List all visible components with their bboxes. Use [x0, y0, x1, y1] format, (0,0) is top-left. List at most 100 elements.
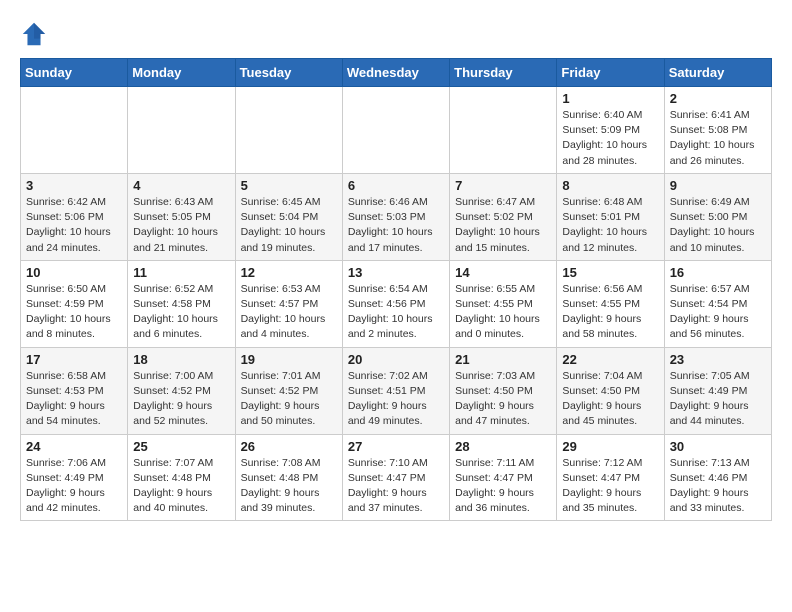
day-number: 13 [348, 265, 444, 280]
day-info: Sunrise: 7:07 AMSunset: 4:48 PMDaylight:… [133, 456, 229, 517]
day-info: Sunrise: 6:40 AMSunset: 5:09 PMDaylight:… [562, 108, 658, 169]
day-info: Sunrise: 6:54 AMSunset: 4:56 PMDaylight:… [348, 282, 444, 343]
day-number: 3 [26, 178, 122, 193]
column-header-sunday: Sunday [21, 59, 128, 87]
calendar-cell: 12 Sunrise: 6:53 AMSunset: 4:57 PMDayligh… [235, 260, 342, 347]
day-info: Sunrise: 6:43 AMSunset: 5:05 PMDaylight:… [133, 195, 229, 256]
day-number: 26 [241, 439, 337, 454]
calendar-cell: 10 Sunrise: 6:50 AMSunset: 4:59 PMDayligh… [21, 260, 128, 347]
day-number: 12 [241, 265, 337, 280]
calendar-cell: 25 Sunrise: 7:07 AMSunset: 4:48 PMDayligh… [128, 434, 235, 521]
calendar-week-row: 24Sunrise: 7:06 AMSunset: 4:49 PMDayligh… [21, 434, 772, 521]
column-header-wednesday: Wednesday [342, 59, 449, 87]
day-number: 28 [455, 439, 551, 454]
day-number: 8 [562, 178, 658, 193]
day-number: 27 [348, 439, 444, 454]
day-info: Sunrise: 6:53 AMSunset: 4:57 PMDaylight:… [241, 282, 337, 343]
day-number: 16 [670, 265, 766, 280]
day-info: Sunrise: 7:04 AMSunset: 4:50 PMDaylight:… [562, 369, 658, 430]
day-number: 29 [562, 439, 658, 454]
calendar-cell: 11 Sunrise: 6:52 AMSunset: 4:58 PMDayligh… [128, 260, 235, 347]
calendar-cell: 28 Sunrise: 7:11 AMSunset: 4:47 PMDayligh… [450, 434, 557, 521]
day-number: 25 [133, 439, 229, 454]
calendar-cell: 27 Sunrise: 7:10 AMSunset: 4:47 PMDayligh… [342, 434, 449, 521]
day-number: 4 [133, 178, 229, 193]
calendar-cell: 7 Sunrise: 6:47 AMSunset: 5:02 PMDaylight… [450, 173, 557, 260]
calendar-cell: 20 Sunrise: 7:02 AMSunset: 4:51 PMDayligh… [342, 347, 449, 434]
day-info: Sunrise: 6:42 AMSunset: 5:06 PMDaylight:… [26, 195, 122, 256]
day-info: Sunrise: 6:52 AMSunset: 4:58 PMDaylight:… [133, 282, 229, 343]
day-info: Sunrise: 6:56 AMSunset: 4:55 PMDaylight:… [562, 282, 658, 343]
day-number: 9 [670, 178, 766, 193]
day-number: 11 [133, 265, 229, 280]
calendar-cell: 4 Sunrise: 6:43 AMSunset: 5:05 PMDaylight… [128, 173, 235, 260]
day-info: Sunrise: 7:03 AMSunset: 4:50 PMDaylight:… [455, 369, 551, 430]
calendar-cell: 17 Sunrise: 6:58 AMSunset: 4:53 PMDayligh… [21, 347, 128, 434]
day-info: Sunrise: 7:06 AMSunset: 4:49 PMDaylight:… [26, 456, 122, 517]
day-number: 7 [455, 178, 551, 193]
calendar-week-row: 1 Sunrise: 6:40 AMSunset: 5:09 PMDaylight… [21, 87, 772, 174]
day-info: Sunrise: 6:58 AMSunset: 4:53 PMDaylight:… [26, 369, 122, 430]
calendar-cell: 21 Sunrise: 7:03 AMSunset: 4:50 PMDayligh… [450, 347, 557, 434]
calendar-body: 1 Sunrise: 6:40 AMSunset: 5:09 PMDaylight… [21, 87, 772, 521]
day-number: 14 [455, 265, 551, 280]
day-info: Sunrise: 7:00 AMSunset: 4:52 PMDaylight:… [133, 369, 229, 430]
calendar-week-row: 17 Sunrise: 6:58 AMSunset: 4:53 PMDayligh… [21, 347, 772, 434]
calendar-cell: 8 Sunrise: 6:48 AMSunset: 5:01 PMDaylight… [557, 173, 664, 260]
calendar-cell: 5 Sunrise: 6:45 AMSunset: 5:04 PMDaylight… [235, 173, 342, 260]
day-number: 2 [670, 91, 766, 106]
column-header-friday: Friday [557, 59, 664, 87]
calendar-cell [342, 87, 449, 174]
day-info: Sunrise: 7:05 AMSunset: 4:49 PMDaylight:… [670, 369, 766, 430]
page-header [20, 20, 772, 48]
calendar-cell [21, 87, 128, 174]
column-header-tuesday: Tuesday [235, 59, 342, 87]
day-info: Sunrise: 7:11 AMSunset: 4:47 PMDaylight:… [455, 456, 551, 517]
column-header-monday: Monday [128, 59, 235, 87]
day-info: Sunrise: 7:13 AMSunset: 4:46 PMDaylight:… [670, 456, 766, 517]
day-info: Sunrise: 7:10 AMSunset: 4:47 PMDaylight:… [348, 456, 444, 517]
day-number: 18 [133, 352, 229, 367]
calendar-cell: 13 Sunrise: 6:54 AMSunset: 4:56 PMDayligh… [342, 260, 449, 347]
column-header-saturday: Saturday [664, 59, 771, 87]
calendar-cell: 16 Sunrise: 6:57 AMSunset: 4:54 PMDayligh… [664, 260, 771, 347]
calendar-week-row: 10 Sunrise: 6:50 AMSunset: 4:59 PMDayligh… [21, 260, 772, 347]
calendar-cell: 23 Sunrise: 7:05 AMSunset: 4:49 PMDayligh… [664, 347, 771, 434]
day-info: Sunrise: 7:02 AMSunset: 4:51 PMDaylight:… [348, 369, 444, 430]
column-header-thursday: Thursday [450, 59, 557, 87]
calendar-cell: 14Sunrise: 6:55 AMSunset: 4:55 PMDayligh… [450, 260, 557, 347]
day-info: Sunrise: 6:41 AMSunset: 5:08 PMDaylight:… [670, 108, 766, 169]
calendar-table: SundayMondayTuesdayWednesdayThursdayFrid… [20, 58, 772, 521]
calendar-week-row: 3 Sunrise: 6:42 AMSunset: 5:06 PMDaylight… [21, 173, 772, 260]
day-info: Sunrise: 6:49 AMSunset: 5:00 PMDaylight:… [670, 195, 766, 256]
day-number: 10 [26, 265, 122, 280]
day-info: Sunrise: 6:57 AMSunset: 4:54 PMDaylight:… [670, 282, 766, 343]
day-number: 22 [562, 352, 658, 367]
calendar-cell: 19 Sunrise: 7:01 AMSunset: 4:52 PMDayligh… [235, 347, 342, 434]
day-number: 15 [562, 265, 658, 280]
calendar-header-row: SundayMondayTuesdayWednesdayThursdayFrid… [21, 59, 772, 87]
calendar-cell: 29 Sunrise: 7:12 AMSunset: 4:47 PMDayligh… [557, 434, 664, 521]
day-number: 20 [348, 352, 444, 367]
day-info: Sunrise: 6:45 AMSunset: 5:04 PMDaylight:… [241, 195, 337, 256]
logo-icon [20, 20, 48, 48]
day-number: 5 [241, 178, 337, 193]
calendar-cell [235, 87, 342, 174]
day-number: 23 [670, 352, 766, 367]
day-info: Sunrise: 6:47 AMSunset: 5:02 PMDaylight:… [455, 195, 551, 256]
day-number: 21 [455, 352, 551, 367]
calendar-cell: 9 Sunrise: 6:49 AMSunset: 5:00 PMDaylight… [664, 173, 771, 260]
day-number: 17 [26, 352, 122, 367]
calendar-cell: 3 Sunrise: 6:42 AMSunset: 5:06 PMDaylight… [21, 173, 128, 260]
calendar-cell: 18 Sunrise: 7:00 AMSunset: 4:52 PMDayligh… [128, 347, 235, 434]
day-info: Sunrise: 7:08 AMSunset: 4:48 PMDaylight:… [241, 456, 337, 517]
day-info: Sunrise: 6:48 AMSunset: 5:01 PMDaylight:… [562, 195, 658, 256]
day-info: Sunrise: 6:50 AMSunset: 4:59 PMDaylight:… [26, 282, 122, 343]
calendar-cell: 24Sunrise: 7:06 AMSunset: 4:49 PMDayligh… [21, 434, 128, 521]
calendar-cell: 22 Sunrise: 7:04 AMSunset: 4:50 PMDayligh… [557, 347, 664, 434]
day-number: 19 [241, 352, 337, 367]
day-info: Sunrise: 7:12 AMSunset: 4:47 PMDaylight:… [562, 456, 658, 517]
day-number: 6 [348, 178, 444, 193]
day-info: Sunrise: 7:01 AMSunset: 4:52 PMDaylight:… [241, 369, 337, 430]
day-number: 1 [562, 91, 658, 106]
